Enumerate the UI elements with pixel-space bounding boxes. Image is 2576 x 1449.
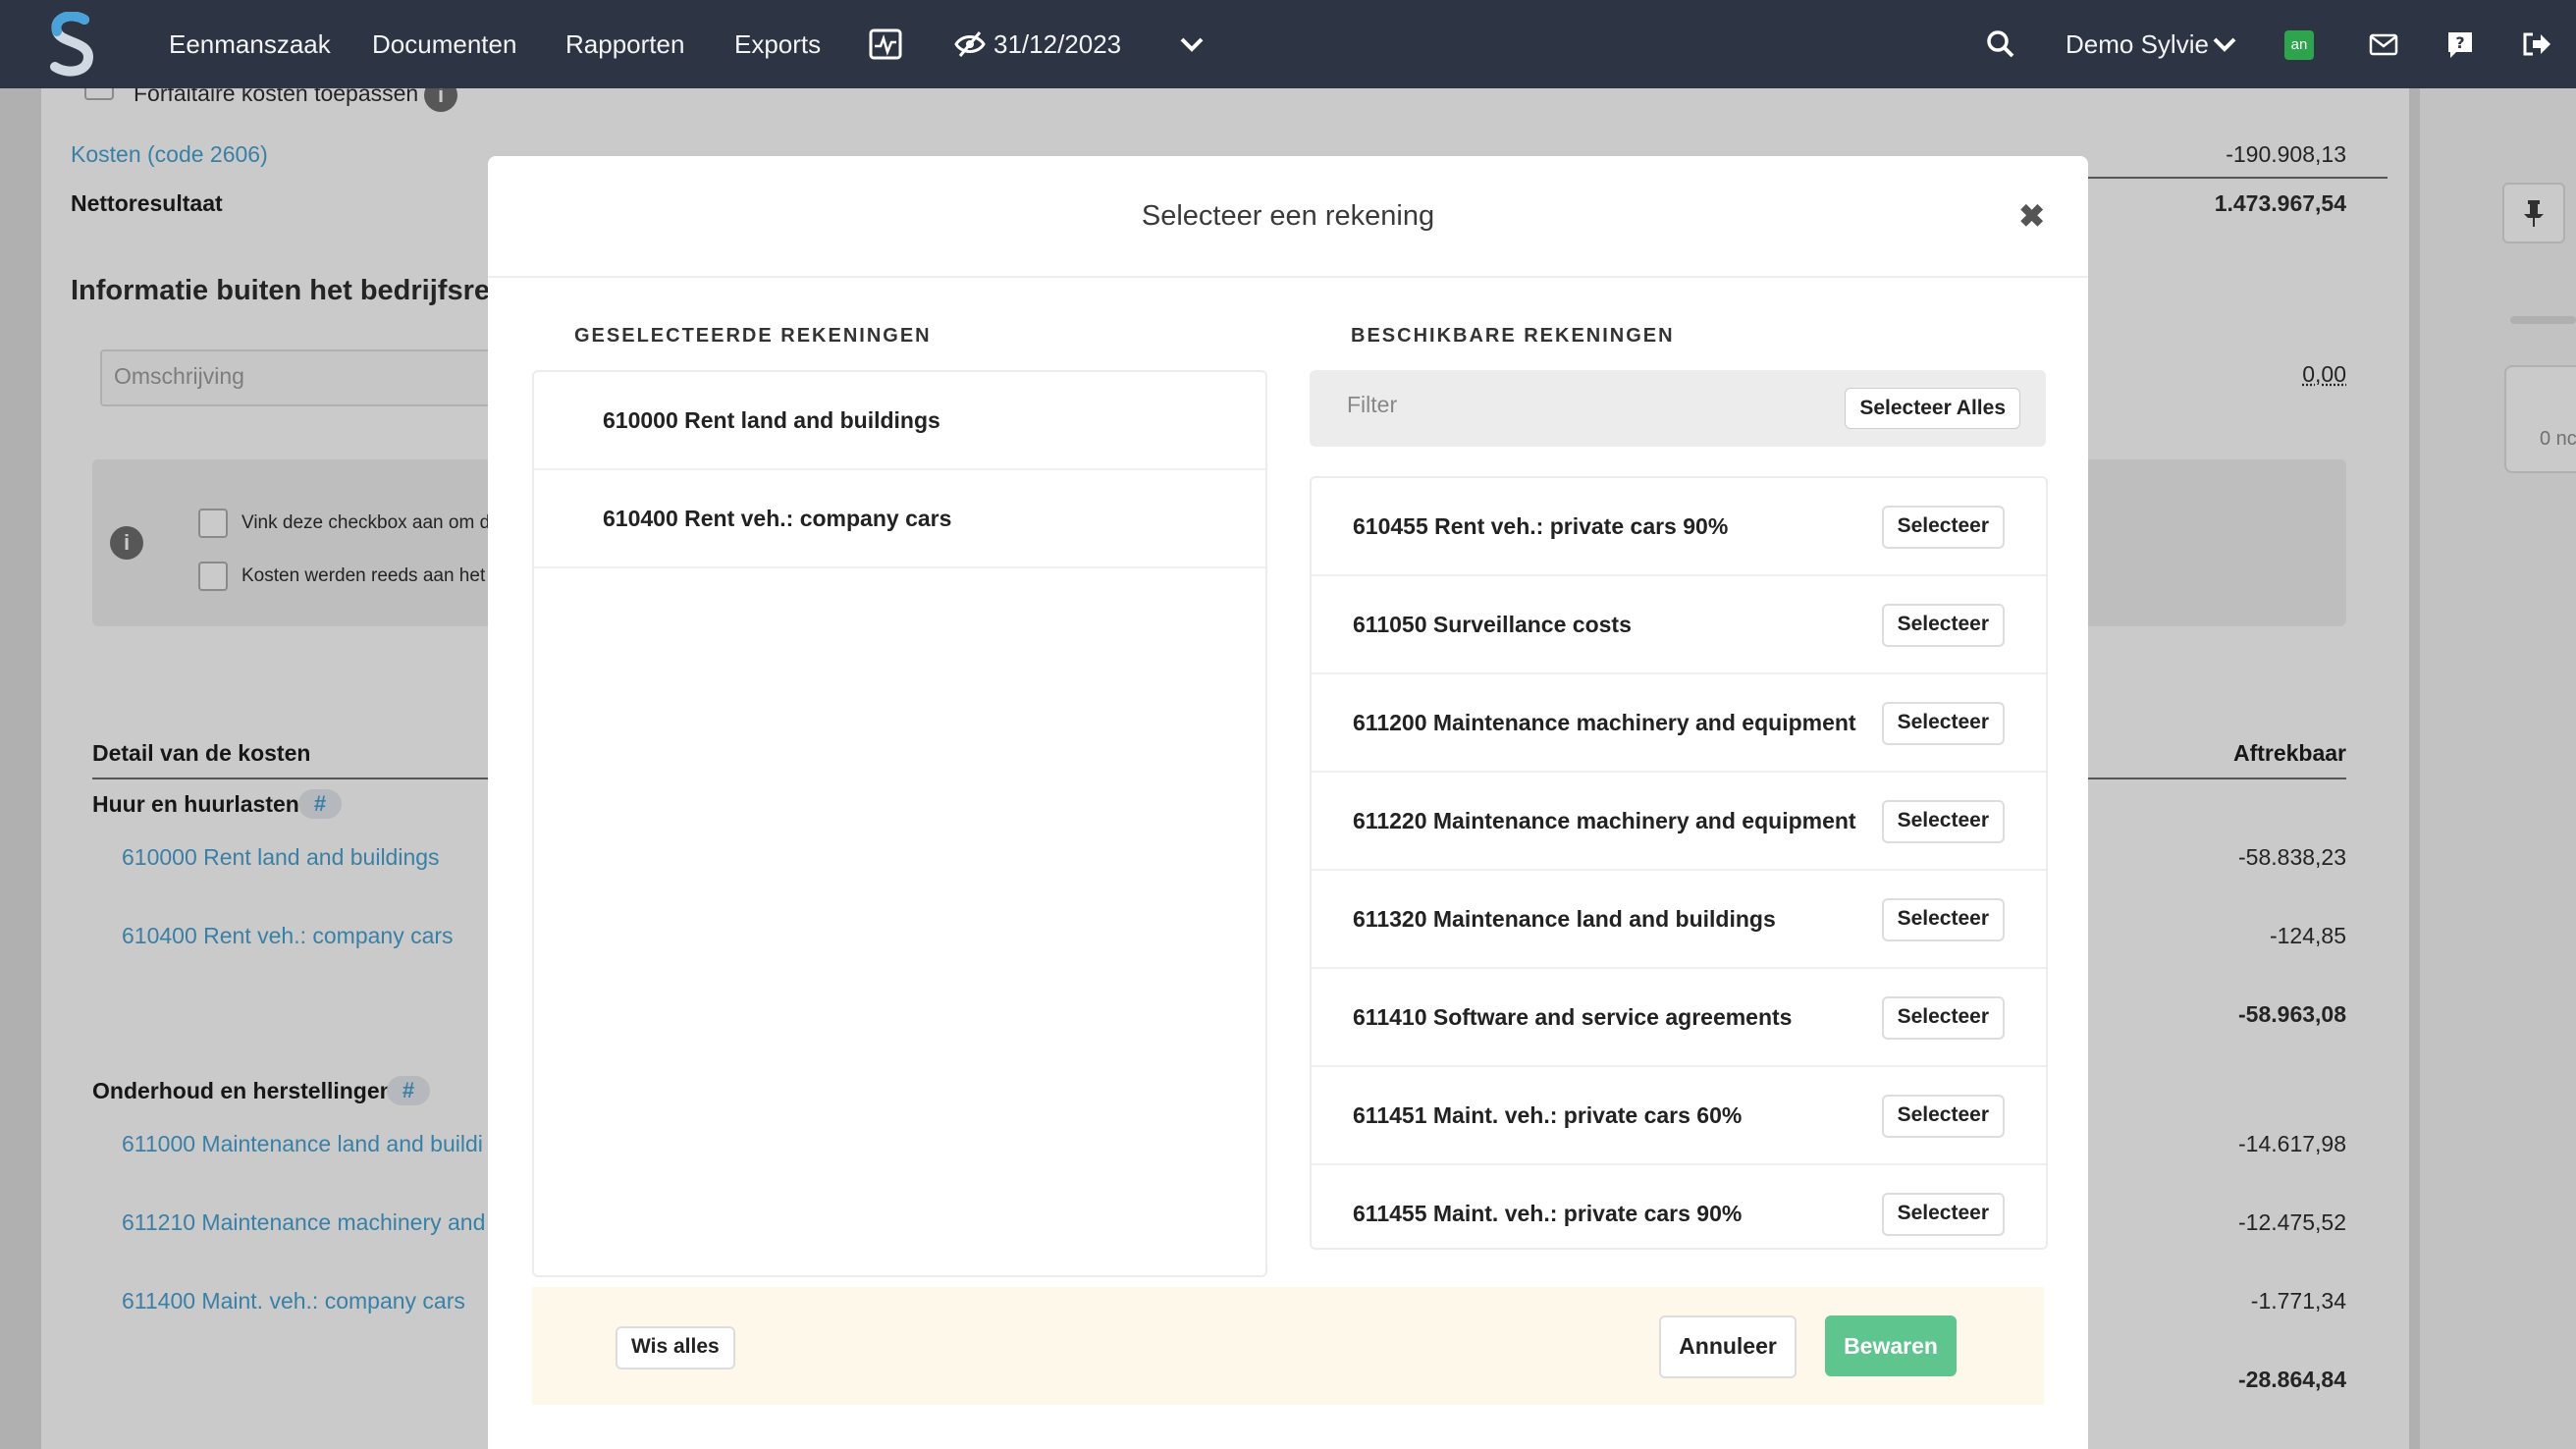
filter-bar: Filter Selecteer Alles [1310, 370, 2046, 447]
available-account-row: 611050 Surveillance costs Selecteer [1312, 576, 2046, 674]
cancel-button[interactable]: Annuleer [1659, 1315, 1797, 1378]
available-account-label: 611410 Software and service agreements [1353, 1004, 1793, 1030]
select-button[interactable]: Selecteer [1881, 702, 2005, 745]
available-account-label: 611320 Maintenance land and buildings [1353, 906, 1776, 932]
available-account-row: 610455 Rent veh.: private cars 90% Selec… [1312, 478, 2046, 576]
available-account-label: 611050 Surveillance costs [1353, 612, 1632, 637]
clear-all-button[interactable]: Wis alles [616, 1326, 735, 1369]
selected-account-item[interactable]: 610400 Rent veh.: company cars [534, 470, 1265, 568]
select-button[interactable]: Selecteer [1881, 800, 2005, 843]
available-account-label: 611451 Maint. veh.: private cars 60% [1353, 1102, 1743, 1128]
user-chevron-down-icon[interactable] [2207, 27, 2242, 62]
available-account-label: 611200 Maintenance machinery and equipme… [1353, 710, 1856, 735]
eye-slash-icon[interactable] [952, 27, 988, 62]
modal-footer: Wis alles Annuleer Bewaren [532, 1287, 2044, 1405]
nav-exports[interactable]: Exports [734, 0, 821, 88]
top-navbar: Eenmanszaak Documenten Rapporten Exports… [0, 0, 2576, 88]
select-account-modal: Selecteer een rekening ✖ GESELECTEERDE R… [488, 156, 2088, 1449]
select-button[interactable]: Selecteer [1881, 996, 2005, 1040]
available-account-row: 611451 Maint. veh.: private cars 60% Sel… [1312, 1067, 2046, 1165]
period-date[interactable]: 31/12/2023 [993, 0, 1121, 88]
select-button[interactable]: Selecteer [1881, 1095, 2005, 1138]
modal-title: Selecteer een rekening [1141, 200, 1435, 232]
modal-header-divider [488, 276, 2088, 278]
user-menu[interactable]: Demo Sylvie [2066, 0, 2209, 88]
search-icon[interactable] [1983, 27, 2018, 62]
available-account-label: 610455 Rent veh.: private cars 90% [1353, 513, 1729, 539]
available-account-label: 611455 Maint. veh.: private cars 90% [1353, 1201, 1743, 1226]
available-accounts-list: 610455 Rent veh.: private cars 90% Selec… [1310, 476, 2048, 1250]
nav-documenten[interactable]: Documenten [372, 0, 516, 88]
logout-icon[interactable] [2519, 27, 2554, 62]
available-heading: BESCHIKBARE REKENINGEN [1351, 325, 1675, 347]
available-account-row: 611410 Software and service agreements S… [1312, 969, 2046, 1067]
app-logo[interactable] [49, 12, 94, 77]
available-account-row: 611320 Maintenance land and buildings Se… [1312, 871, 2046, 969]
select-all-button[interactable]: Selecteer Alles [1845, 388, 2020, 429]
available-account-row: 611455 Maint. veh.: private cars 90% Sel… [1312, 1165, 2046, 1248]
available-account-label: 611220 Maintenance machinery and equipme… [1353, 808, 1856, 833]
select-button[interactable]: Selecteer [1881, 506, 2005, 549]
save-button[interactable]: Bewaren [1825, 1315, 1957, 1376]
available-account-row: 611200 Maintenance machinery and equipme… [1312, 674, 2046, 773]
select-button[interactable]: Selecteer [1881, 898, 2005, 941]
nav-eenmanszaak[interactable]: Eenmanszaak [169, 0, 331, 88]
selected-account-item[interactable]: 610000 Rent land and buildings [534, 372, 1265, 470]
selected-heading: GESELECTEERDE REKENINGEN [574, 325, 932, 347]
an-badge-icon[interactable]: an [2284, 30, 2314, 60]
select-button[interactable]: Selecteer [1881, 604, 2005, 647]
chevron-down-icon[interactable] [1174, 27, 1209, 62]
chart-monitor-icon[interactable] [868, 27, 903, 62]
close-icon[interactable]: ✖ [2018, 197, 2045, 235]
selected-accounts-list: 610000 Rent land and buildings 610400 Re… [532, 370, 1267, 1277]
svg-text:?: ? [2455, 33, 2464, 52]
filter-input[interactable]: Filter [1347, 392, 1397, 418]
help-icon[interactable]: ? [2442, 27, 2478, 62]
nav-rapporten[interactable]: Rapporten [565, 0, 684, 88]
select-button[interactable]: Selecteer [1881, 1193, 2005, 1236]
mail-icon[interactable] [2366, 27, 2401, 62]
available-account-row: 611220 Maintenance machinery and equipme… [1312, 773, 2046, 871]
